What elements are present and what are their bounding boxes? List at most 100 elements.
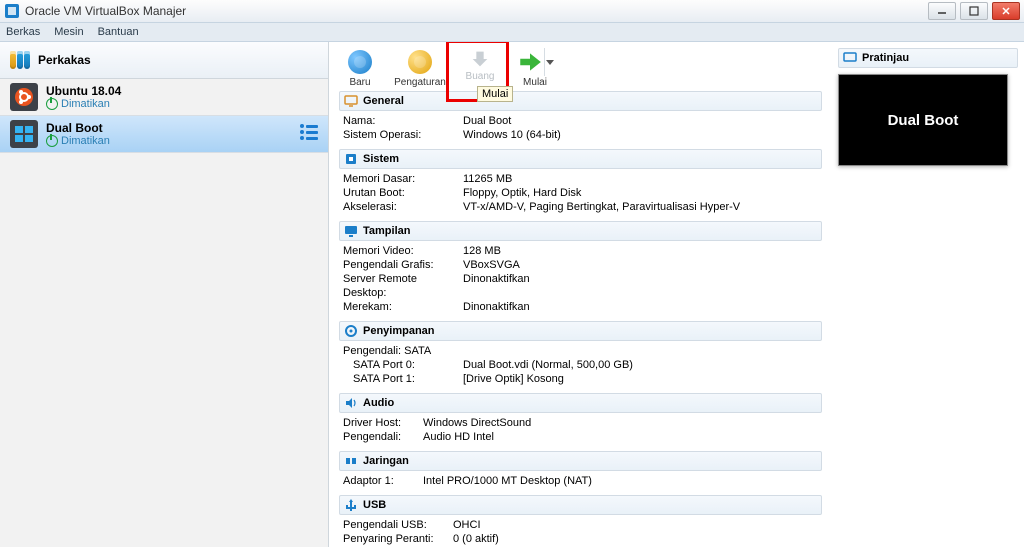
vm-state: Dimatikan [46, 98, 121, 110]
discard-label: Buang [466, 71, 495, 82]
section-title: Audio [363, 397, 394, 409]
power-off-icon [46, 135, 58, 147]
section-usb-header[interactable]: USB [339, 495, 822, 515]
field-label: Pengendali: SATA [343, 344, 463, 358]
field-value: 11265 MB [463, 172, 512, 186]
monitor-icon [344, 94, 358, 108]
field-label: Adaptor 1: [343, 474, 423, 488]
content: Baru Pengaturan Buang [329, 42, 1024, 547]
section-audio-header[interactable]: Audio [339, 393, 822, 413]
section-general-header[interactable]: General [339, 91, 822, 111]
field-label: Server Remote Desktop: [343, 272, 463, 300]
field-label: Driver Host: [343, 416, 423, 430]
toolbar: Baru Pengaturan Buang [329, 44, 832, 88]
vm-item-dualboot[interactable]: Dual Boot Dimatikan [0, 116, 328, 153]
field-label: Penyaring Peranti: [343, 532, 453, 546]
field-value: VT-x/AMD-V, Paging Bertingkat, Paravirtu… [463, 200, 740, 214]
vm-name: Ubuntu 18.04 [46, 84, 121, 98]
field-label: Memori Dasar: [343, 172, 463, 186]
section-title: Jaringan [363, 455, 409, 467]
sidebar: Perkakas Ubuntu 18.04 Dimatikan Dual Boo… [0, 42, 329, 547]
preview-pane: Pratinjau Dual Boot [832, 42, 1024, 547]
preview-thumbnail[interactable]: Dual Boot [838, 74, 1008, 166]
start-label: Mulai [523, 77, 547, 88]
field-value: Floppy, Optik, Hard Disk [463, 186, 581, 200]
field-label: Merekam: [343, 300, 463, 314]
field-label: Urutan Boot: [343, 186, 463, 200]
section-jaringan-header[interactable]: Jaringan [339, 451, 822, 471]
field-value: [Drive Optik] Kosong [463, 372, 564, 386]
section-title: General [363, 95, 404, 107]
menu-bantuan[interactable]: Bantuan [98, 26, 139, 38]
app-window: Oracle VM VirtualBox Manajer Berkas Mesi… [0, 0, 1024, 547]
field-value: Dual Boot [463, 114, 511, 128]
section-title: Penyimpanan [363, 325, 435, 337]
vm-name: Dual Boot [46, 121, 110, 135]
vm-state: Dimatikan [46, 135, 110, 147]
new-button[interactable]: Baru [335, 48, 385, 88]
start-tooltip: Mulai [477, 86, 513, 102]
start-dropdown[interactable] [544, 48, 555, 76]
field-label: Sistem Operasi: [343, 128, 463, 142]
speaker-icon [344, 396, 358, 410]
section-title: Tampilan [363, 225, 410, 237]
menu-mesin[interactable]: Mesin [54, 26, 83, 38]
section-title: Sistem [363, 153, 399, 165]
field-label: Akselerasi: [343, 200, 463, 214]
preview-header[interactable]: Pratinjau [838, 48, 1018, 68]
network-icon [344, 454, 358, 468]
windows-icon [10, 120, 38, 148]
settings-label: Pengaturan [394, 77, 446, 88]
start-button[interactable]: Mulai [515, 48, 555, 88]
gear-blue-icon [348, 50, 372, 74]
menubar: Berkas Mesin Bantuan [0, 23, 1024, 42]
section-penyimpanan-header[interactable]: Penyimpanan [339, 321, 822, 341]
ubuntu-icon [10, 83, 38, 111]
discard-button[interactable]: Buang [455, 48, 505, 82]
chip-icon [344, 152, 358, 166]
window-controls [928, 2, 1020, 20]
settings-button[interactable]: Pengaturan [395, 48, 445, 88]
field-label: SATA Port 1: [343, 372, 463, 386]
preview-vm-name: Dual Boot [888, 112, 959, 129]
field-value: Dinonaktifkan [463, 300, 530, 314]
section-tampilan-header[interactable]: Tampilan [339, 221, 822, 241]
preview-icon [843, 51, 857, 65]
field-value: 128 MB [463, 244, 501, 258]
field-label: SATA Port 0: [343, 358, 463, 372]
field-label: Pengendali USB: [343, 518, 453, 532]
maximize-button[interactable] [960, 2, 988, 20]
app-icon [4, 3, 20, 19]
new-label: Baru [349, 77, 370, 88]
field-value: VBoxSVGA [463, 258, 520, 272]
vm-item-ubuntu[interactable]: Ubuntu 18.04 Dimatikan [0, 79, 328, 116]
field-label: Pengendali Grafis: [343, 258, 463, 272]
start-arrow-icon [516, 48, 544, 76]
field-value: Dual Boot.vdi (Normal, 500,00 GB) [463, 358, 633, 372]
field-label: Nama: [343, 114, 463, 128]
field-label: Memori Video: [343, 244, 463, 258]
tools-label: Perkakas [38, 53, 91, 67]
disk-icon [344, 324, 358, 338]
power-off-icon [46, 98, 58, 110]
preview-title: Pratinjau [862, 52, 909, 64]
usb-icon [344, 498, 358, 512]
main-body: Perkakas Ubuntu 18.04 Dimatikan Dual Boo… [0, 42, 1024, 547]
field-value: OHCI [453, 518, 481, 532]
field-label: Pengendali: [343, 430, 423, 444]
field-value: 0 (0 aktif) [453, 532, 499, 546]
tools-icon [10, 51, 30, 69]
menu-berkas[interactable]: Berkas [6, 26, 40, 38]
field-value: Intel PRO/1000 MT Desktop (NAT) [423, 474, 592, 488]
tools-button[interactable]: Perkakas [0, 42, 328, 79]
chevron-down-icon [546, 60, 554, 65]
list-mode-icon[interactable] [300, 124, 318, 140]
close-button[interactable] [992, 2, 1020, 20]
section-sistem-header[interactable]: Sistem [339, 149, 822, 169]
minimize-button[interactable] [928, 2, 956, 20]
section-title: USB [363, 499, 386, 511]
display-icon [344, 224, 358, 238]
field-value: Windows 10 (64-bit) [463, 128, 561, 142]
discard-arrow-icon [469, 48, 491, 70]
field-value: Audio HD Intel [423, 430, 494, 444]
